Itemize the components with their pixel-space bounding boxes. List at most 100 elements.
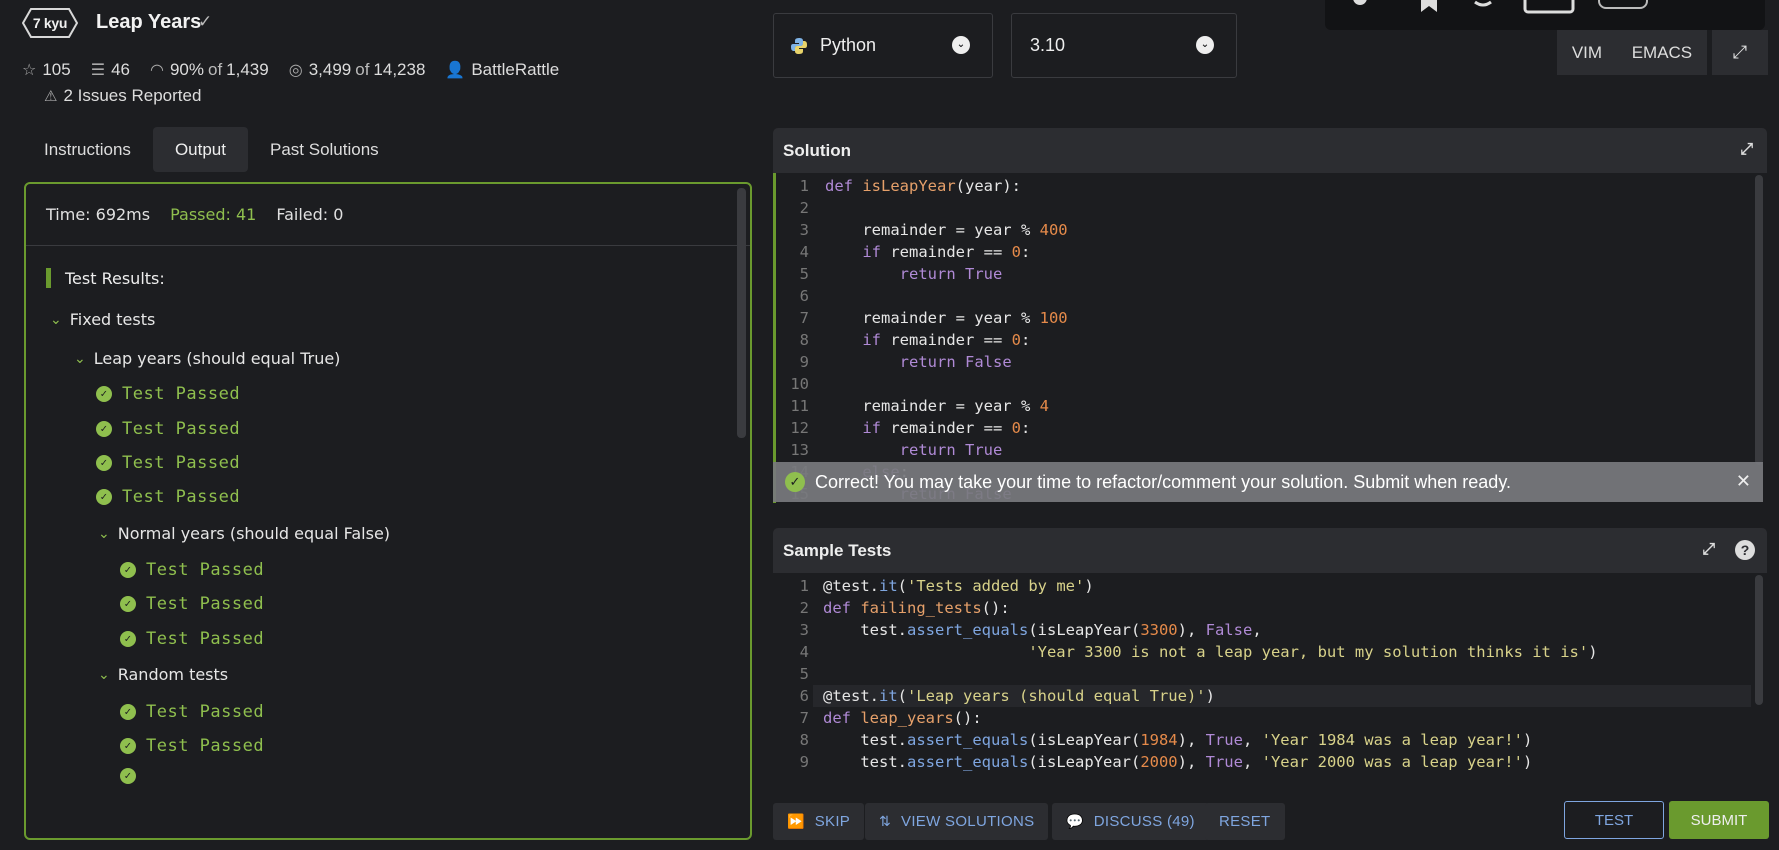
code-text: def leap_years(): [823, 709, 982, 727]
solution-editor[interactable]: 1 def isLeapYear(year): 2 3 remainder = y… [773, 173, 1767, 503]
target-icon: ◎ [288, 62, 303, 79]
line-number: 2 [799, 199, 809, 217]
pass-label: Test Passed [146, 629, 265, 649]
author-stat[interactable]: 👤 BattleRattle [445, 60, 559, 80]
submit-label: SUBMIT [1690, 811, 1748, 829]
line-number: 5 [799, 265, 809, 283]
satisfaction-of: of [207, 60, 223, 79]
issues-link[interactable]: ⚠ 2 Issues Reported [44, 86, 201, 106]
kata-stats: ☆ 105 ☰ 46 ◠ 90% of 1,439 ◎ 3,499 of 14,238 👤 Bat… [22, 58, 579, 82]
line-number: 3 [799, 621, 809, 639]
reset-button[interactable]: RESET [1205, 803, 1285, 840]
check-circle-icon: ✓ [96, 489, 112, 505]
group-label: Random tests [117, 665, 229, 684]
group-random-tests[interactable]: ⌄ Random tests [98, 665, 228, 684]
code-text: remainder = year % 100 [825, 309, 1068, 327]
stars-stat[interactable]: ☆ 105 [22, 60, 71, 80]
fullscreen-button[interactable]: ⤢ [1712, 30, 1768, 75]
submit-button[interactable]: SUBMIT [1669, 801, 1769, 839]
line-number: 2 [799, 599, 809, 617]
language-select[interactable]: Python ⌄ [773, 13, 993, 78]
line-number: 3 [799, 221, 809, 239]
code-text: remainder = year % 4 [825, 397, 1049, 415]
line-number: 9 [799, 353, 809, 371]
completed-check-icon: ✓ [198, 12, 213, 31]
line-number: 5 [799, 665, 809, 683]
solution-scrollbar[interactable] [1755, 175, 1763, 465]
test-results-heading: Test Results: [46, 268, 165, 288]
test-passed-item: ✓ Test Passed [120, 594, 264, 614]
version-label: 3.10 [1030, 35, 1066, 55]
passed-label: Passed: 41 [170, 205, 257, 224]
toast-message: Correct! You may take your time to refac… [815, 471, 1511, 492]
test-passed-item: ✓ Test Passed [96, 487, 240, 507]
code-text: return True [899, 265, 1003, 283]
expand-icon[interactable]: ⤢ [1740, 141, 1753, 159]
completed-stat: ◎ 3,499 of 14,238 [289, 60, 426, 80]
vim-button[interactable]: VIM [1572, 43, 1602, 63]
check-circle-icon: ✓ [120, 596, 136, 612]
issues-label: 2 Issues Reported [63, 86, 202, 105]
code-text: test.assert_equals(isLeapYear(1984), Tru… [823, 731, 1533, 749]
skip-button[interactable]: ⏩ SKIP [773, 803, 865, 840]
editor-mode-toggle: VIM EMACS [1557, 30, 1707, 75]
view-solutions-button[interactable]: ⇅ VIEW SOLUTIONS [865, 803, 1049, 840]
discuss-button[interactable]: 💬 DISCUSS (49) [1052, 803, 1209, 840]
code-text: def failing_tests(): [823, 599, 1010, 617]
help-icon[interactable]: ? [1735, 540, 1755, 560]
satisfaction-stat: ◠ 90% of 1,439 [150, 60, 269, 80]
test-passed-item: ✓ Test Passed [120, 736, 264, 756]
sample-tests-header: Sample Tests ⤢ ? [773, 528, 1767, 573]
pass-label: Test Passed [146, 702, 265, 722]
group-normal-years[interactable]: ⌄ Normal years (should equal False) [98, 524, 390, 543]
forward-icon: ⏩ [787, 813, 805, 829]
unlock-icon: ⇅ [879, 813, 892, 829]
code-text: def isLeapYear(year): [825, 177, 1021, 195]
group-leap-years[interactable]: ⌄ Leap years (should equal True) [74, 349, 340, 368]
line-number: 13 [790, 441, 809, 459]
kata-trainer: 7 kyu Leap Years ✓ ☆ 105 ☰ 46 ◠ 90% of 1,439 … [0, 0, 1779, 850]
test-button[interactable]: TEST [1564, 801, 1664, 839]
left-tabs: Instructions Output Past Solutions [22, 127, 401, 172]
check-circle-icon: ✓ [96, 421, 112, 437]
line-number: 8 [799, 731, 809, 749]
toolbar-icons [1353, 0, 1648, 14]
output-panel: Time: 692ms Passed: 41 Failed: 0 Test Re… [24, 182, 752, 840]
sample-tests-scrollbar[interactable] [1755, 575, 1763, 705]
check-circle-icon: ✓ [785, 472, 805, 492]
satisfaction-value: 90% [169, 60, 204, 79]
kata-title: Leap Years [96, 11, 202, 33]
rank-label: 7 kyu [32, 15, 68, 31]
expand-icon: ⤢ [1732, 42, 1748, 62]
pass-label: Test Passed [146, 736, 265, 756]
author-name: BattleRattle [471, 60, 560, 79]
tab-past-solutions[interactable]: Past Solutions [248, 127, 401, 172]
collections-stat[interactable]: ☰ 46 [91, 60, 130, 80]
sample-tests-editor[interactable]: 1 @test.it('Tests added by me') 2 def fail… [773, 573, 1767, 775]
emacs-button[interactable]: EMACS [1632, 43, 1692, 63]
code-text: test.assert_equals(isLeapYear(2000), Tru… [823, 753, 1533, 771]
close-icon[interactable]: ✕ [1736, 471, 1751, 492]
tab-instructions[interactable]: Instructions [22, 127, 153, 172]
solution-title: Solution [783, 140, 851, 160]
group-fixed-tests[interactable]: ⌄ Fixed tests [50, 310, 155, 329]
pass-label: Test Passed [122, 384, 241, 404]
top-toolbar [1325, 0, 1765, 30]
code-text: if remainder == 0: [862, 243, 1031, 261]
pass-label: Test Passed [122, 487, 241, 507]
version-select[interactable]: 3.10 ⌄ [1011, 13, 1237, 78]
code-text: if remainder == 0: [862, 331, 1031, 349]
output-scrollbar[interactable] [737, 188, 746, 438]
check-circle-icon: ✓ [120, 738, 136, 754]
line-number: 1 [799, 177, 809, 195]
sample-tests-title: Sample Tests [783, 540, 892, 560]
line-number: 6 [799, 287, 809, 305]
pass-label: Test Passed [122, 453, 241, 473]
stars-count: 105 [42, 60, 71, 79]
tab-output[interactable]: Output [152, 127, 248, 172]
group-label: Leap years (should equal True) [93, 349, 341, 368]
line-number: 4 [799, 643, 809, 661]
heading-bar [46, 268, 51, 288]
user-icon: 👤 [445, 62, 466, 79]
expand-icon[interactable]: ⤢ [1702, 541, 1715, 559]
